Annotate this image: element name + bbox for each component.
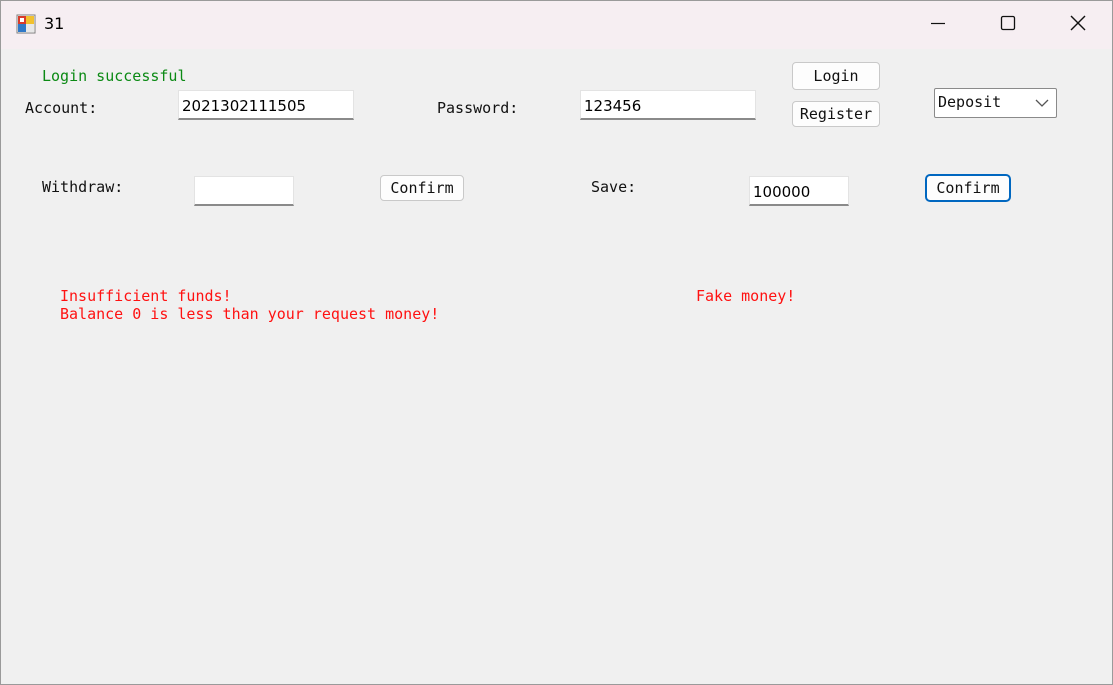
withdraw-label: Withdraw: — [42, 178, 124, 196]
account-input[interactable] — [178, 90, 354, 120]
maximize-button[interactable] — [973, 1, 1043, 49]
register-button[interactable]: Register — [792, 101, 880, 127]
app-window: 31 Login successful Account: Password: L… — [0, 0, 1113, 685]
close-icon — [1069, 14, 1087, 37]
app-icon — [16, 14, 36, 34]
close-button[interactable] — [1043, 1, 1112, 49]
save-confirm-button[interactable]: Confirm — [926, 175, 1010, 201]
minimize-button[interactable] — [903, 1, 973, 49]
withdraw-input[interactable] — [194, 176, 294, 206]
withdraw-error-line2: Balance 0 is less than your request mone… — [60, 305, 440, 323]
password-input[interactable] — [580, 90, 756, 120]
save-error-label: Fake money! — [696, 287, 796, 305]
withdraw-confirm-button[interactable]: Confirm — [380, 175, 464, 201]
save-label: Save: — [591, 178, 637, 196]
save-input[interactable] — [749, 176, 849, 206]
withdraw-error-line1: Insufficient funds! — [60, 287, 232, 305]
title-bar[interactable]: 31 — [1, 1, 1112, 49]
maximize-icon — [1000, 15, 1016, 36]
chevron-down-icon — [1034, 96, 1050, 110]
minimize-icon — [930, 15, 946, 36]
window-title: 31 — [44, 14, 65, 33]
form-client-area: Login successful Account: Password: Logi… — [1, 49, 1112, 684]
mode-select-value: Deposit — [938, 93, 1002, 111]
account-label: Account: — [25, 99, 98, 117]
login-button[interactable]: Login — [792, 62, 880, 90]
mode-select[interactable]: Deposit — [934, 88, 1057, 118]
password-label: Password: — [437, 99, 519, 117]
login-status-label: Login successful — [42, 67, 187, 85]
